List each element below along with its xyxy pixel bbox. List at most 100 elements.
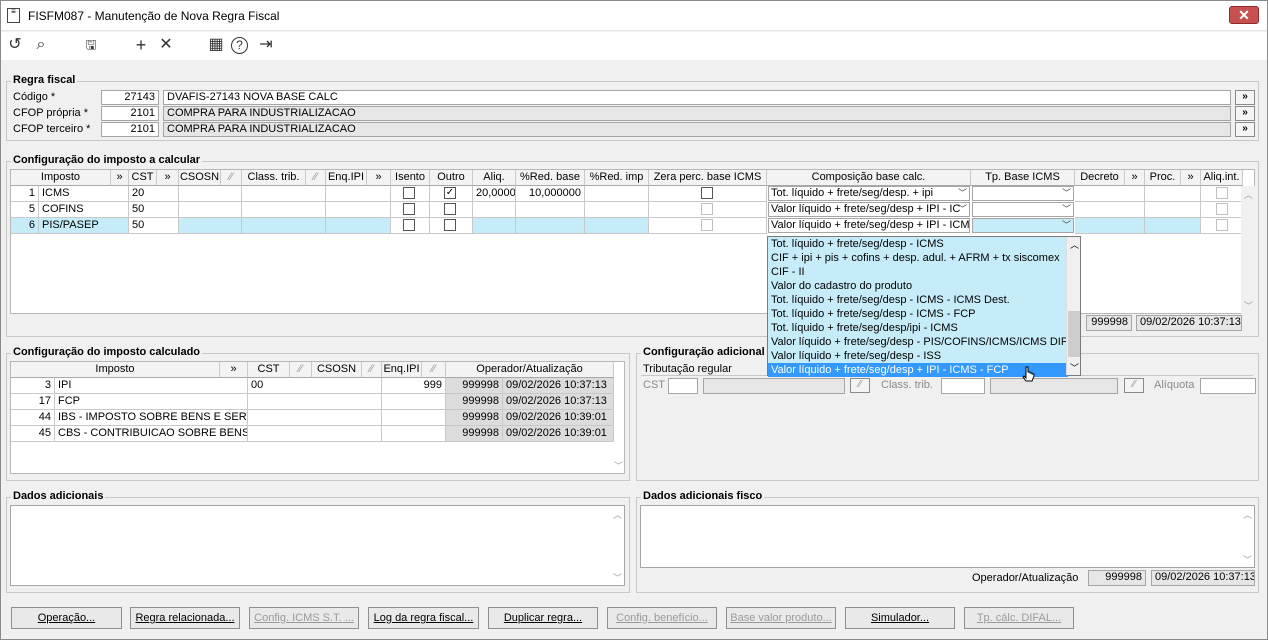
calendar-icon[interactable]: ▦ bbox=[206, 35, 226, 55]
dropdown-option[interactable]: Tot. líquido + frete/seg/desp - ICMS - F… bbox=[771, 307, 976, 321]
col-imposto[interactable]: Imposto bbox=[11, 170, 111, 186]
close-button[interactable]: ✕ bbox=[1229, 6, 1259, 24]
zera-checkbox[interactable] bbox=[701, 203, 713, 215]
save-icon[interactable]: 🖫 bbox=[81, 35, 101, 55]
exit-icon[interactable]: ⇥ bbox=[256, 35, 276, 55]
col-enq-ipi[interactable]: Enq.IPI bbox=[382, 362, 422, 378]
dropdown-option[interactable]: Valor líquido + frete/seg/desp - PIS/COF… bbox=[771, 335, 1080, 349]
row-class-trib[interactable] bbox=[242, 202, 326, 218]
dropdown-option[interactable]: CIF - II bbox=[771, 265, 805, 279]
dropdown-option[interactable]: Tot. líquido + frete/seg/desp - ICMS bbox=[771, 237, 944, 251]
dropdown-option[interactable]: Valor do cadastro do produto bbox=[771, 279, 912, 293]
chevron-up-icon[interactable]: ︿ bbox=[1243, 508, 1252, 521]
base-valor-produto-button[interactable]: Base valor produto... bbox=[726, 607, 836, 629]
codigo-desc-input[interactable]: DVAFIS-27143 NOVA BASE CALC bbox=[163, 90, 1231, 105]
outro-checkbox[interactable]: ✓ bbox=[444, 187, 456, 199]
aliq-int-checkbox[interactable] bbox=[1216, 203, 1228, 215]
adicional-class-trib-input[interactable] bbox=[941, 378, 985, 394]
row-cst[interactable]: 20 bbox=[129, 186, 179, 202]
aliq-int-checkbox[interactable] bbox=[1216, 187, 1228, 199]
col-csosn[interactable]: CSOSN bbox=[312, 362, 362, 378]
chevron-down-icon[interactable]: ﹀ bbox=[613, 571, 622, 584]
row-imposto[interactable]: PIS/PASEP bbox=[39, 218, 129, 234]
zera-checkbox[interactable] bbox=[701, 187, 713, 199]
aliquota-input[interactable] bbox=[1200, 378, 1256, 394]
col-decreto[interactable]: Decreto bbox=[1075, 170, 1125, 186]
row-enq[interactable] bbox=[382, 394, 446, 410]
outro-checkbox[interactable] bbox=[444, 203, 456, 215]
col-imposto-more[interactable]: » bbox=[111, 170, 129, 186]
col-imposto-more[interactable]: » bbox=[220, 362, 248, 378]
row-decreto[interactable] bbox=[1075, 202, 1145, 218]
row-enq[interactable] bbox=[382, 426, 446, 442]
row-imposto[interactable]: IBS - IMPOSTO SOBRE BENS E SERVICOS bbox=[55, 410, 248, 426]
config-icms-st-button[interactable]: Config. ICMS S.T. ... bbox=[249, 607, 359, 629]
col-imposto[interactable]: Imposto bbox=[11, 362, 220, 378]
col-csosn-filter[interactable]: ⁄⁄ bbox=[221, 170, 242, 186]
dropdown-option[interactable]: Tot. líquido + frete/seg/desp - ICMS - I… bbox=[771, 293, 1010, 307]
chevron-up-icon[interactable]: ︿ bbox=[1244, 188, 1253, 201]
row-cst[interactable]: 50 bbox=[129, 218, 179, 234]
col-comp-base[interactable]: Composição base calc. bbox=[767, 170, 971, 186]
col-cst-more[interactable]: » bbox=[157, 170, 179, 186]
codigo-input[interactable]: 27143 bbox=[101, 90, 159, 105]
row-imposto[interactable]: COFINS bbox=[39, 202, 129, 218]
scrollbar-thumb[interactable] bbox=[1068, 311, 1080, 357]
row-cst[interactable] bbox=[248, 410, 382, 426]
row-red-imp[interactable] bbox=[585, 186, 649, 202]
row-enq-ipi[interactable] bbox=[326, 218, 391, 234]
operacao-button[interactable]: Operação... bbox=[11, 607, 122, 629]
row-red-imp[interactable] bbox=[585, 218, 649, 234]
outro-checkbox[interactable] bbox=[444, 219, 456, 231]
row-tp-base-combo[interactable]: ﹀ bbox=[972, 186, 1074, 201]
tp-calc-difal-button[interactable]: Tp. cálc. DIFAL... bbox=[964, 607, 1074, 629]
col-proc-more[interactable]: » bbox=[1181, 170, 1201, 186]
col-red-imp[interactable]: %Red. imp bbox=[585, 170, 649, 186]
col-class-trib[interactable]: Class. trib. bbox=[242, 170, 306, 186]
chevron-down-icon[interactable]: ﹀ bbox=[614, 459, 623, 472]
dropdown-scrollbar[interactable]: ︿ ﹀ bbox=[1066, 237, 1080, 375]
row-csosn[interactable] bbox=[179, 186, 242, 202]
row-imposto[interactable]: ICMS bbox=[39, 186, 129, 202]
col-enq-ipi-more[interactable]: » bbox=[367, 170, 391, 186]
row-red-base[interactable] bbox=[516, 218, 585, 234]
grid-scrollbar[interactable]: ︿ ﹀ bbox=[1241, 186, 1255, 314]
chevron-down-icon[interactable]: ﹀ bbox=[1070, 361, 1079, 374]
col-cst[interactable]: CST bbox=[129, 170, 157, 186]
col-isento[interactable]: Isento bbox=[391, 170, 430, 186]
col-class-trib-filter[interactable]: ⁄⁄ bbox=[306, 170, 326, 186]
row-class-trib[interactable] bbox=[242, 186, 326, 202]
row-decreto[interactable] bbox=[1075, 218, 1145, 234]
dados-adicionais-textarea[interactable]: ︿ ﹀ bbox=[10, 505, 625, 586]
row-red-base[interactable]: 10,000000 bbox=[516, 186, 585, 202]
regra-relacionada-button[interactable]: Regra relacionada... bbox=[130, 607, 240, 629]
isento-checkbox[interactable] bbox=[403, 203, 415, 215]
add-icon[interactable]: + bbox=[131, 35, 151, 55]
col-proc[interactable]: Proc. bbox=[1145, 170, 1181, 186]
codigo-more-button[interactable]: » bbox=[1235, 90, 1255, 105]
chevron-down-icon[interactable]: ﹀ bbox=[1243, 553, 1252, 566]
col-csosn[interactable]: CSOSN bbox=[179, 170, 221, 186]
adicional-class-trib-filter[interactable]: ⁄⁄ bbox=[1124, 378, 1144, 393]
adicional-cst-filter[interactable]: ⁄⁄ bbox=[850, 378, 870, 393]
col-enq-filter[interactable]: ⁄⁄ bbox=[422, 362, 446, 378]
col-cst-filter[interactable]: ⁄⁄ bbox=[290, 362, 312, 378]
row-imposto[interactable]: IPI bbox=[55, 378, 248, 394]
config-beneficio-button[interactable]: Config. benefício... bbox=[607, 607, 717, 629]
row-proc[interactable] bbox=[1145, 202, 1201, 218]
row-cst[interactable] bbox=[248, 394, 382, 410]
dados-fisco-textarea[interactable]: ︿ ﹀ bbox=[640, 505, 1255, 568]
row-comp-base-combo[interactable]: Tot. líquido + frete/seg/desp. + ipi ﹀ bbox=[768, 186, 970, 201]
log-regra-button[interactable]: Log da regra fiscal... bbox=[368, 607, 479, 629]
isento-checkbox[interactable] bbox=[403, 219, 415, 231]
dropdown-option[interactable]: Tot. líquido + frete/seg/desp/ipi - ICMS bbox=[771, 321, 958, 335]
row-cst[interactable]: 50 bbox=[129, 202, 179, 218]
zera-checkbox[interactable] bbox=[701, 219, 713, 231]
aliq-int-checkbox[interactable] bbox=[1216, 219, 1228, 231]
row-enq[interactable]: 999 bbox=[382, 378, 446, 394]
cfop-propria-input[interactable]: 2101 bbox=[101, 106, 159, 121]
col-red-base[interactable]: %Red. base bbox=[516, 170, 585, 186]
col-aliq[interactable]: Aliq. bbox=[473, 170, 516, 186]
col-aliq-int[interactable]: Aliq.int. bbox=[1201, 170, 1243, 186]
dropdown-option[interactable]: Valor líquido + frete/seg/desp - ISS bbox=[771, 349, 941, 363]
